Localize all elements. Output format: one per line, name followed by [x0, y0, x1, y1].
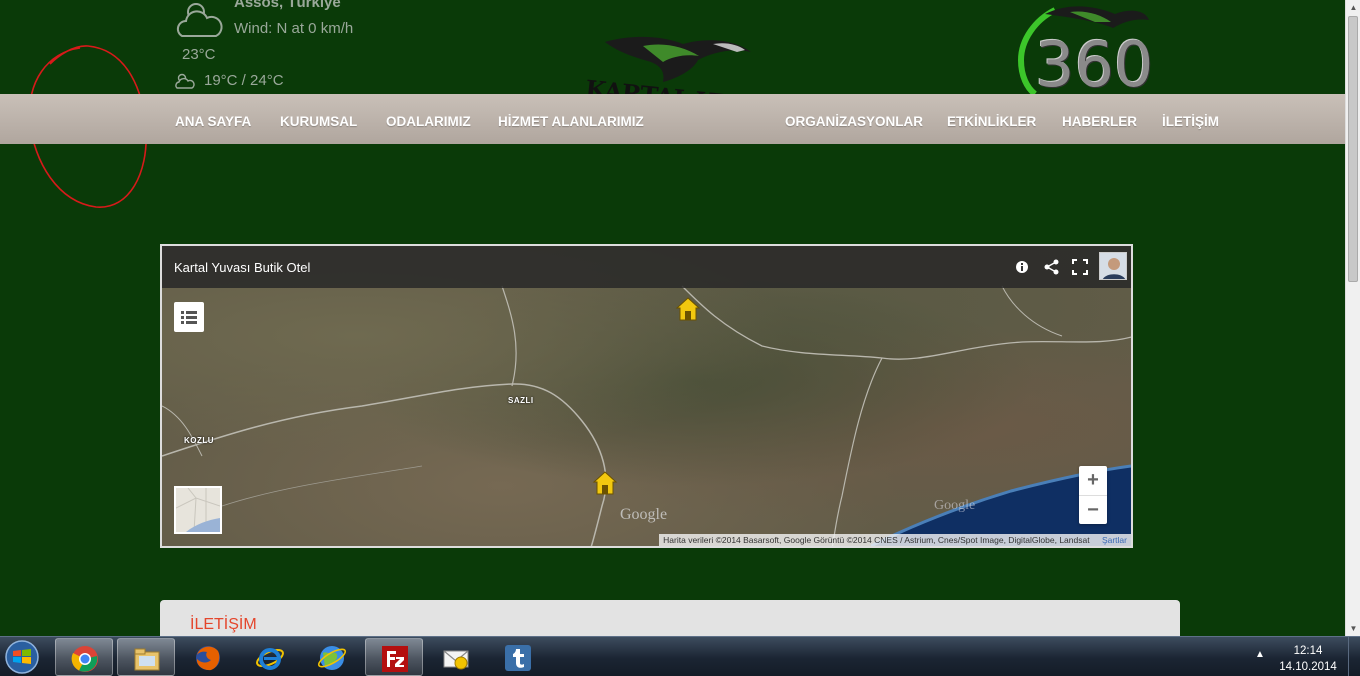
internet-explorer-icon — [256, 648, 284, 670]
nav-news[interactable]: HABERLER — [1062, 114, 1137, 129]
mail-icon — [443, 650, 469, 670]
windows-logo-icon — [5, 640, 39, 674]
clock-time: 12:14 — [1293, 645, 1323, 657]
contact-title: İLETİŞİM — [190, 616, 257, 633]
vertical-scrollbar[interactable]: ▲ ▼ — [1345, 0, 1360, 636]
attribution-text: Harita verileri ©2014 Basarsoft, Google … — [663, 535, 1090, 545]
place-label-sazli: SAZLI — [508, 396, 534, 405]
taskbar-filezilla[interactable] — [365, 638, 423, 676]
tray-expand-icon[interactable]: ▲ — [1255, 649, 1265, 660]
fullscreen-icon[interactable] — [1071, 258, 1089, 276]
nav-contact[interactable]: İLETİŞİM — [1162, 114, 1219, 129]
scroll-down-arrow-icon[interactable]: ▼ — [1346, 621, 1360, 636]
cloud-sun-small-icon — [175, 73, 195, 89]
filezilla-icon — [382, 646, 408, 672]
zoom-in-button[interactable]: + — [1079, 466, 1107, 495]
map-header: Kartal Yuvası Butik Otel — [162, 246, 1131, 288]
folder-icon — [134, 648, 160, 671]
taskbar-tumblr[interactable] — [489, 638, 547, 676]
info-icon[interactable] — [1013, 258, 1031, 276]
map-title[interactable]: Kartal Yuvası Butik Otel — [174, 260, 310, 275]
zoom-out-button[interactable]: − — [1079, 495, 1107, 524]
avatar[interactable] — [1099, 252, 1127, 280]
map-thumb-icon — [176, 488, 220, 532]
nav-home[interactable]: ANA SAYFA — [175, 114, 251, 129]
start-button[interactable] — [2, 639, 42, 675]
share-icon[interactable] — [1043, 258, 1061, 276]
zoom-controls: + − — [1079, 466, 1107, 524]
nav-services[interactable]: HİZMET ALANLARIMIZ — [498, 114, 644, 129]
embedded-map[interactable]: Kartal Yuvası Butik Otel SAZLI KOZLU + −… — [160, 244, 1133, 548]
taskbar-clock[interactable]: 12:14 14.10.2014 — [1274, 643, 1342, 675]
taskbar-mail[interactable] — [427, 638, 485, 676]
weather-temp: 23°C — [182, 46, 216, 63]
weather-wind: Wind: N at 0 km/h — [234, 20, 354, 37]
taskbar-firefox[interactable] — [179, 638, 237, 676]
scroll-up-arrow-icon[interactable]: ▲ — [1346, 0, 1360, 15]
list-icon — [181, 311, 197, 324]
map-type-thumbnail[interactable] — [174, 486, 222, 534]
tour-360-text: 360 — [1035, 28, 1154, 101]
contact-section: İLETİŞİM — [160, 600, 1180, 636]
taskbar-chrome[interactable] — [55, 638, 113, 676]
google-watermark: Google — [620, 506, 668, 523]
taskbar-explorer[interactable] — [117, 638, 175, 676]
nav-corporate[interactable]: KURUMSAL — [280, 114, 357, 129]
house-marker-icon[interactable] — [592, 470, 618, 496]
browser-page: Assos, Türkiye Wind: N at 0 km/h 23°C 19… — [0, 0, 1345, 636]
cloud-sun-icon — [176, 3, 223, 37]
terms-link[interactable]: Şartlar — [1102, 535, 1127, 545]
nav-events[interactable]: ETKİNLİKLER — [947, 114, 1036, 129]
google-watermark-faint: Google — [934, 498, 976, 513]
taskbar: ▲ 12:14 14.10.2014 — [0, 636, 1360, 676]
tour-360-logo[interactable]: 360 — [1015, 0, 1165, 101]
weather-range: 19°C / 24°C — [204, 72, 284, 89]
tumblr-icon — [505, 645, 531, 671]
firefox-icon — [196, 646, 220, 671]
map-attribution: Harita verileri ©2014 Basarsoft, Google … — [659, 534, 1131, 546]
house-marker-icon[interactable] — [675, 296, 701, 322]
map-list-button[interactable] — [174, 302, 204, 332]
place-label-kozlu: KOZLU — [184, 436, 215, 445]
taskbar-browser-globe[interactable] — [303, 638, 361, 676]
globe-icon — [317, 646, 347, 670]
chrome-icon — [71, 646, 98, 672]
weather-location: Assos, Türkiye — [234, 0, 341, 11]
nav-rooms[interactable]: ODALARIMIZ — [386, 114, 471, 129]
nav-organizations[interactable]: ORGANİZASYONLAR — [785, 114, 923, 129]
scroll-thumb[interactable] — [1348, 16, 1358, 282]
clock-date: 14.10.2014 — [1279, 661, 1337, 673]
taskbar-ie[interactable] — [241, 638, 299, 676]
show-desktop-button[interactable] — [1348, 637, 1360, 676]
user-photo-icon — [1100, 253, 1126, 279]
main-navbar: ANA SAYFA KURUMSAL ODALARIMIZ HİZMET ALA… — [0, 94, 1345, 144]
